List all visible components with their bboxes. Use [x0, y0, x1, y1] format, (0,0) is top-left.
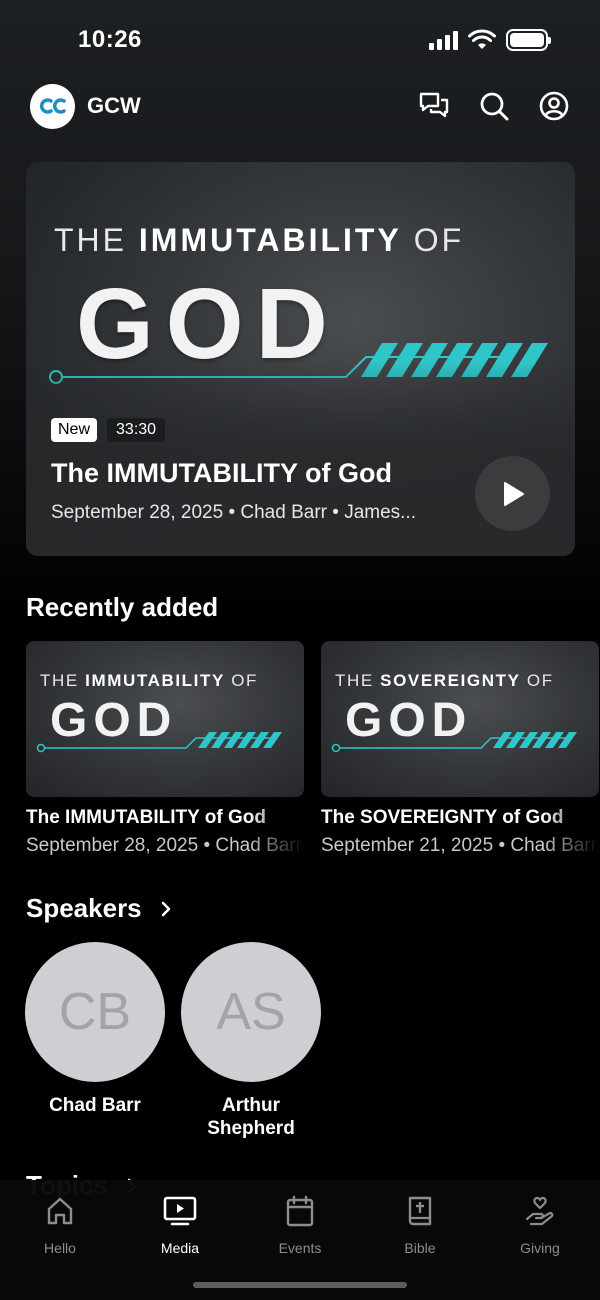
calendar-icon [286, 1195, 314, 1227]
speakers-heading: Speakers [26, 893, 142, 923]
tab-bible[interactable]: Bible [370, 1194, 470, 1256]
recent-sermon-card[interactable]: THE IMMUTABILITY OF GOD The IMMUTABILITY… [26, 641, 304, 857]
recent-sermon-thumbnail: THE IMMUTABILITY OF GOD [26, 641, 304, 797]
play-icon [503, 481, 524, 506]
chevron-right-icon [161, 901, 170, 916]
cellular-signal-icon [429, 30, 458, 50]
account-icon [539, 91, 569, 121]
messages-button[interactable] [418, 90, 450, 122]
speaker-item[interactable]: CB Chad Barr [25, 942, 165, 1117]
battery-icon [506, 29, 551, 51]
giving-icon [525, 1196, 554, 1226]
search-button[interactable] [478, 90, 510, 122]
tab-hello[interactable]: Hello [10, 1194, 110, 1256]
speaker-name: Chad Barr [49, 1095, 141, 1116]
search-icon [480, 92, 509, 121]
speaker-item[interactable]: AS Arthur Shepherd [181, 942, 321, 1140]
recent-sermon-meta: September 28, 2025 • Chad Barr [26, 835, 302, 856]
tab-giving[interactable]: Giving [490, 1194, 590, 1256]
recent-sermon-meta: September 21, 2025 • Chad Barr [321, 835, 597, 856]
artwork-accent-stripes [331, 732, 577, 753]
featured-sermon-meta: September 28, 2025 • Chad Barr • James..… [51, 502, 416, 523]
recent-sermon-title: The IMMUTABILITY of God [26, 807, 266, 828]
speaker-avatar: CB [25, 942, 165, 1082]
profile-button[interactable] [538, 90, 570, 122]
speakers-header[interactable]: Speakers [26, 893, 172, 924]
featured-sermon-card[interactable]: THE IMMUTABILITY OF GOD New 33:30 The IM… [26, 162, 575, 556]
featured-sermon-title: The IMMUTABILITY of God [51, 458, 392, 488]
church-logo[interactable] [30, 83, 75, 129]
play-button[interactable] [475, 456, 550, 531]
bible-icon [408, 1196, 432, 1226]
speaker-avatar: AS [181, 942, 321, 1082]
home-indicator[interactable] [193, 1282, 407, 1288]
status-time: 10:26 [78, 26, 142, 53]
recently-added-heading: Recently added [26, 592, 219, 622]
app-header: GCW [30, 83, 570, 129]
recent-sermon-card[interactable]: THE SOVEREIGNTY OF GOD The SOVEREIGNTY o… [321, 641, 599, 857]
tab-media[interactable]: Media [130, 1194, 230, 1256]
media-icon [163, 1196, 197, 1226]
recent-sermon-thumbnail: THE SOVEREIGNTY OF GOD [321, 641, 599, 797]
new-badge: New [51, 418, 98, 442]
duration-badge: 33:30 [107, 418, 166, 442]
status-bar: 10:26 [0, 0, 600, 80]
gc-logo-icon [39, 98, 66, 114]
home-icon [47, 1197, 73, 1225]
artwork-accent-stripes [36, 732, 282, 753]
speaker-name: Arthur Shepherd [207, 1095, 295, 1139]
status-icons [429, 29, 551, 51]
chat-bubbles-icon [419, 92, 449, 118]
tab-events[interactable]: Events [250, 1194, 350, 1256]
wifi-icon [468, 29, 496, 49]
app-name: GCW [87, 93, 141, 118]
recent-sermon-title: The SOVEREIGNTY of God [321, 807, 564, 828]
